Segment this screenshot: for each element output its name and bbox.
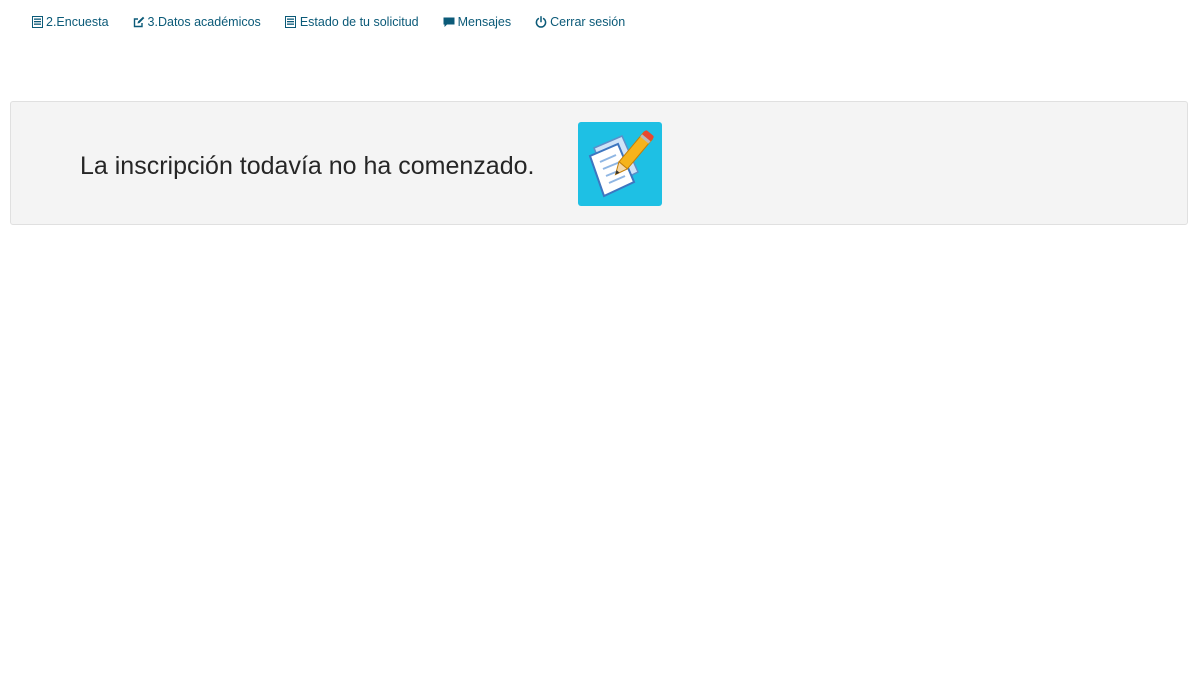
nav-item-cerrar-sesion[interactable]: Cerrar sesión (535, 15, 625, 29)
list-icon (31, 16, 43, 28)
nav-item-label: Mensajes (457, 15, 512, 29)
notice-message: La inscripción todavía no ha comenzado. (80, 152, 535, 180)
notice-panel: La inscripción todavía no ha comenzado. (10, 101, 1188, 225)
top-nav: 2.Encuesta 3.Datos académicos Estado de … (31, 13, 649, 31)
nav-item-label: Estado de tu solicitud (299, 15, 419, 29)
document-pencil-icon (578, 122, 662, 206)
nav-item-label: 2.Encuesta (46, 15, 109, 29)
nav-item-label: 3.Datos académicos (147, 15, 261, 29)
nav-item-datos-academicos[interactable]: 3.Datos académicos (133, 15, 261, 29)
edit-icon (133, 16, 145, 28)
nav-item-encuesta[interactable]: 2.Encuesta (31, 15, 109, 29)
nav-item-estado-solicitud[interactable]: Estado de tu solicitud (285, 15, 419, 29)
nav-item-label: Cerrar sesión (550, 15, 626, 29)
nav-item-mensajes[interactable]: Mensajes (443, 15, 512, 29)
comment-icon (443, 16, 455, 28)
power-icon (535, 16, 547, 28)
list-icon (285, 16, 297, 28)
